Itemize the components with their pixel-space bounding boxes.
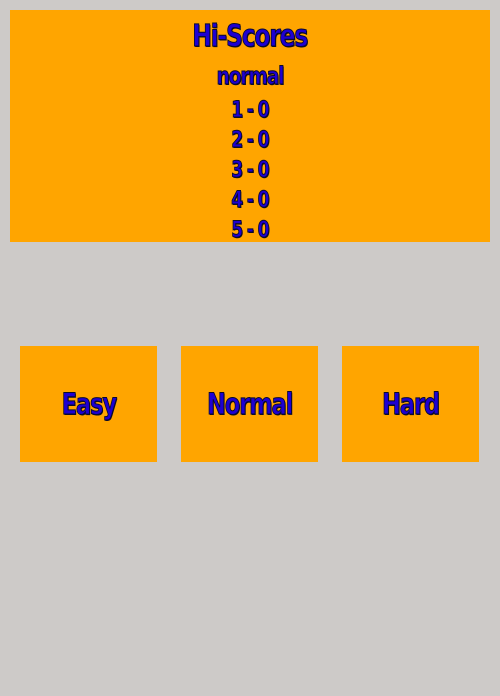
easy-button-label: Easy xyxy=(61,386,117,421)
score-entry-1: 1 - 0 xyxy=(231,98,270,123)
hiscores-title: Hi-Scores xyxy=(192,19,309,54)
score-entry-4: 4 - 0 xyxy=(231,188,270,213)
score-row: 5 - 0 xyxy=(10,218,490,248)
score-row: 2 - 0 xyxy=(10,128,490,158)
hard-button[interactable]: Hard xyxy=(342,346,479,462)
score-row: 4 - 0 xyxy=(10,188,490,218)
normal-button-label: Normal xyxy=(206,386,293,421)
score-entry-2: 2 - 0 xyxy=(231,128,270,153)
score-row: 3 - 0 xyxy=(10,158,490,188)
normal-button[interactable]: Normal xyxy=(181,346,318,462)
easy-button[interactable]: Easy xyxy=(20,346,157,462)
hiscores-panel: Hi-Scores normal 1 - 0 2 - 0 3 - 0 4 - 0… xyxy=(10,10,490,242)
score-entry-5: 5 - 0 xyxy=(231,218,270,243)
score-row: 1 - 0 xyxy=(10,98,490,128)
hiscores-list: 1 - 0 2 - 0 3 - 0 4 - 0 5 - 0 xyxy=(10,98,490,248)
hiscores-difficulty: normal xyxy=(216,62,285,90)
hiscores-difficulty-row: normal xyxy=(10,62,490,90)
score-entry-3: 3 - 0 xyxy=(231,158,270,183)
hiscores-title-row: Hi-Scores xyxy=(10,19,490,54)
hard-button-label: Hard xyxy=(382,386,441,421)
